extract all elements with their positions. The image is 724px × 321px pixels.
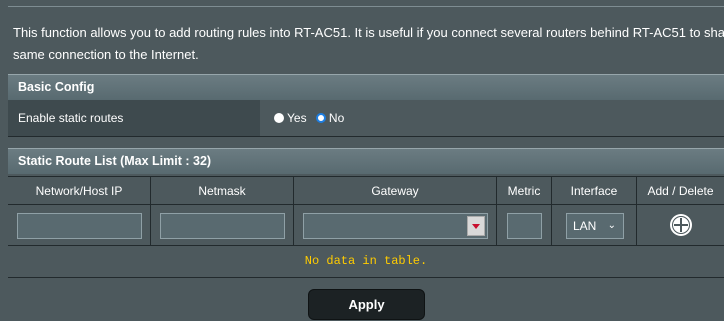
table-header-row: Network/Host IP Netmask Gateway Metric I… — [8, 176, 724, 205]
netmask-cell — [151, 205, 294, 245]
netmask-input[interactable] — [160, 213, 285, 239]
enable-static-routes-options: Yes No — [260, 100, 724, 136]
enable-static-routes-row: Enable static routes Yes No — [8, 100, 724, 137]
col-netmask: Netmask — [151, 177, 294, 204]
apply-button[interactable]: Apply — [308, 289, 425, 320]
col-gateway: Gateway — [294, 177, 497, 204]
network-ip-cell — [8, 205, 151, 245]
col-network-host-ip: Network/Host IP — [8, 177, 151, 204]
col-metric: Metric — [497, 177, 552, 204]
table-input-row: LAN ⌄ — [8, 205, 724, 246]
radio-no-label[interactable]: No — [329, 111, 344, 125]
radio-no[interactable] — [315, 113, 326, 123]
page-description: This function allows you to add routing … — [13, 22, 724, 66]
gateway-dropdown-button[interactable] — [467, 216, 485, 236]
description-line-2: same connection to the Internet. — [13, 47, 199, 62]
interface-select[interactable]: LAN ⌄ — [566, 213, 624, 239]
interface-select-value: LAN — [573, 219, 597, 233]
static-route-list-header: Static Route List (Max Limit : 32) — [8, 148, 724, 174]
radio-yes[interactable] — [274, 113, 284, 123]
radio-yes-label[interactable]: Yes — [287, 111, 307, 125]
add-delete-cell — [637, 205, 724, 245]
gateway-input[interactable] — [303, 213, 488, 239]
description-line-1: This function allows you to add routing … — [13, 25, 724, 40]
metric-input[interactable] — [507, 213, 542, 239]
empty-table-message: No data in table. — [8, 246, 724, 278]
enable-static-routes-label: Enable static routes — [8, 100, 260, 136]
top-divider — [8, 6, 724, 7]
metric-cell — [497, 205, 552, 245]
interface-cell: LAN ⌄ — [552, 205, 637, 245]
col-interface: Interface — [552, 177, 637, 204]
network-ip-input[interactable] — [17, 213, 142, 239]
gateway-cell — [294, 205, 497, 245]
basic-config-header: Basic Config — [8, 74, 724, 100]
add-icon[interactable] — [670, 214, 692, 236]
col-add-delete: Add / Delete — [647, 184, 714, 198]
chevron-down-icon: ⌄ — [607, 220, 616, 231]
